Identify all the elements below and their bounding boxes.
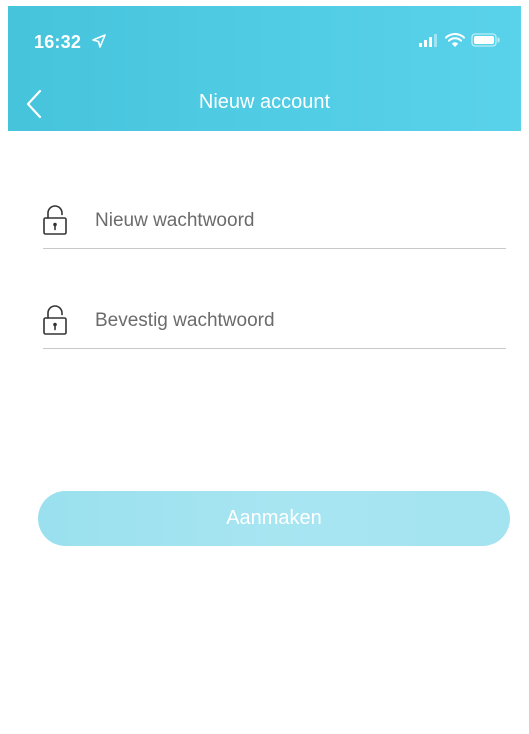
status-time: 16:32 bbox=[34, 32, 82, 52]
status-bar: 16:32 bbox=[8, 6, 521, 76]
new-password-field bbox=[43, 204, 506, 249]
wifi-icon bbox=[445, 32, 465, 47]
app-screen: 16:32 Nieuw account Aanmaken bbox=[8, 6, 521, 734]
page-title: Nieuw account bbox=[198, 91, 331, 113]
nav-bar: Nieuw account bbox=[8, 76, 521, 131]
confirm-password-input[interactable] bbox=[95, 304, 495, 338]
lock-icon bbox=[43, 205, 67, 235]
new-password-input[interactable] bbox=[95, 204, 495, 238]
battery-icon bbox=[471, 33, 500, 47]
location-arrow-icon bbox=[92, 34, 106, 48]
create-account-button[interactable]: Aanmaken bbox=[38, 491, 510, 546]
lock-icon bbox=[43, 305, 67, 335]
status-icons bbox=[419, 32, 501, 48]
confirm-password-field bbox=[43, 304, 506, 349]
signal-icon bbox=[419, 34, 437, 47]
header: 16:32 Nieuw account bbox=[8, 6, 521, 131]
